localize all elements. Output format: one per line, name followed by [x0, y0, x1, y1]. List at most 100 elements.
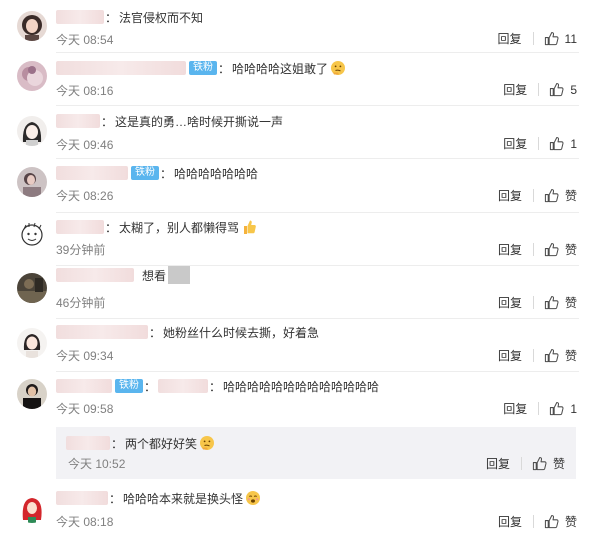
comment-text: 哈哈哈哈哈哈哈 — [174, 166, 259, 181]
username-redacted[interactable] — [56, 10, 104, 24]
comment-text: 她粉丝什么时候去撕，好着急 — [163, 325, 320, 340]
username-redacted[interactable] — [56, 114, 100, 128]
comment-time: 今天 08:18 — [56, 515, 114, 529]
avatar-anime-girl[interactable] — [17, 116, 47, 146]
like-button[interactable]: 赞 — [544, 294, 577, 311]
comment-line: ：两个都好好笑 — [66, 435, 215, 451]
like-count: 赞 — [564, 243, 577, 257]
avatar-blurred-pink[interactable] — [17, 61, 47, 91]
comment-text: 两个都好好笑 — [125, 436, 198, 451]
comment-item: 铁粉：哈哈哈哈哈哈哈 今天 08:26 回复 赞 — [0, 159, 593, 213]
comment-actions: 回复 赞 — [498, 347, 577, 364]
like-button[interactable]: 11 — [544, 31, 577, 46]
username-redacted[interactable] — [158, 379, 209, 393]
thumbs-up-icon — [549, 401, 564, 416]
like-button[interactable]: 赞 — [544, 187, 577, 204]
comment-colon: ： — [111, 436, 124, 451]
thumbs-up-icon — [532, 456, 547, 471]
fan-badge: 铁粉 — [189, 61, 217, 75]
username-redacted[interactable] — [56, 325, 148, 339]
action-divider — [532, 189, 534, 202]
username-redacted[interactable] — [56, 220, 104, 234]
thumbs-up-icon — [544, 242, 559, 257]
avatar-man-black-shirt[interactable] — [17, 379, 47, 409]
like-count: 11 — [564, 31, 577, 46]
comment-line: ：她粉丝什么时候去撕，好着急 — [56, 324, 319, 340]
reply-button[interactable]: 回复 — [498, 347, 522, 364]
action-divider — [520, 457, 522, 470]
comment-line: ：太糊了，别人都懒得骂 — [56, 219, 257, 235]
like-count: 赞 — [552, 457, 565, 471]
reply-button[interactable]: 回复 — [503, 135, 527, 152]
like-count: 1 — [570, 401, 577, 416]
thumbs-up-icon — [544, 348, 559, 363]
like-count: 1 — [570, 136, 577, 151]
username-redacted[interactable] — [56, 379, 112, 393]
comment-colon: ： — [105, 220, 118, 235]
reply-button[interactable]: 回复 — [486, 455, 510, 472]
comment-list: ：法官侵权而不知 今天 08:54 回复 11 铁粉：哈哈哈哈这姐敢了 今天 08:16 回… — [0, 0, 593, 539]
like-count: 赞 — [564, 189, 577, 203]
comment-actions: 回复 1 — [503, 135, 577, 152]
thumbs-up-emoji — [241, 219, 257, 235]
reply-button[interactable]: 回复 — [503, 400, 527, 417]
comment-line: ：法官侵权而不知 — [56, 9, 203, 25]
comment-time: 今天 10:52 — [68, 457, 126, 471]
username-redacted[interactable] — [56, 268, 134, 282]
reply-button[interactable]: 回复 — [498, 30, 522, 47]
comment-item: ：她粉丝什么时候去撕，好着急 今天 09:34 回复 赞 — [0, 319, 593, 372]
like-count: 5 — [570, 82, 577, 97]
reply-button[interactable]: 回复 — [503, 81, 527, 98]
comment-time: 今天 09:34 — [56, 349, 114, 363]
avatar-dark-photo[interactable] — [17, 273, 47, 303]
comment-colon: ： — [101, 114, 114, 129]
like-button[interactable]: 1 — [549, 401, 577, 416]
like-count: 赞 — [564, 349, 577, 363]
comment-colon: ： — [160, 166, 173, 181]
comment-item: 铁粉：哈哈哈哈这姐敢了 今天 08:16 回复 5 — [0, 53, 593, 106]
like-button[interactable]: 赞 — [544, 241, 577, 258]
comment-text: 法官侵权而不知 — [119, 10, 204, 25]
avatar-woman-dark-hair[interactable] — [17, 11, 47, 41]
avatar-woman-reading[interactable] — [17, 167, 47, 197]
like-button[interactable]: 赞 — [544, 513, 577, 530]
action-divider — [532, 296, 534, 309]
thinking-face-emoji — [199, 435, 215, 451]
like-button[interactable]: 1 — [549, 136, 577, 151]
like-button[interactable]: 5 — [549, 82, 577, 97]
reply-button[interactable]: 回复 — [498, 187, 522, 204]
comment-colon: ： — [105, 10, 118, 25]
thumbs-up-icon — [544, 188, 559, 203]
like-button[interactable]: 赞 — [532, 455, 565, 472]
comment-time: 46分钟前 — [56, 296, 106, 310]
username-redacted[interactable] — [56, 491, 108, 505]
comment-text: 哈哈哈哈哈哈哈哈哈哈哈哈哈 — [223, 379, 380, 394]
comment-text: 哈哈哈哈这姐敢了 — [232, 61, 329, 76]
comment-line: ：哈哈哈本来就是换头怪 — [56, 490, 261, 506]
thumbs-up-icon — [544, 514, 559, 529]
reply-button[interactable]: 回复 — [498, 241, 522, 258]
comment-item: 铁粉：：哈哈哈哈哈哈哈哈哈哈哈哈哈 今天 09:58 回复 1 — [0, 372, 593, 428]
reply-colon: ： — [144, 379, 157, 394]
avatar-woman-bob[interactable] — [17, 328, 47, 358]
avatar-red-hair-cartoon[interactable] — [17, 493, 47, 523]
fan-badge: 铁粉 — [115, 379, 143, 393]
like-button[interactable]: 赞 — [544, 347, 577, 364]
thumbs-up-icon — [544, 295, 559, 310]
comment-line: 铁粉：哈哈哈哈哈哈哈 — [56, 165, 258, 181]
comment-colon: ： — [209, 379, 222, 394]
smirk-face-emoji — [245, 490, 261, 506]
reply-button[interactable]: 回复 — [498, 294, 522, 311]
username-redacted[interactable] — [56, 166, 128, 180]
avatar-cartoon-face[interactable] — [17, 220, 47, 250]
comment-colon: ： — [149, 325, 162, 340]
thumbs-up-icon — [549, 136, 564, 151]
username-redacted[interactable] — [56, 61, 186, 75]
username-redacted[interactable] — [66, 436, 110, 450]
comment-actions: 回复 5 — [503, 81, 577, 98]
comment-item: ：法官侵权而不知 今天 08:54 回复 11 — [0, 0, 593, 53]
comment-time: 今天 09:58 — [56, 402, 114, 416]
comment-text: 太糊了，别人都懒得骂 — [119, 220, 240, 235]
redacted-block — [168, 266, 191, 284]
reply-button[interactable]: 回复 — [498, 513, 522, 530]
